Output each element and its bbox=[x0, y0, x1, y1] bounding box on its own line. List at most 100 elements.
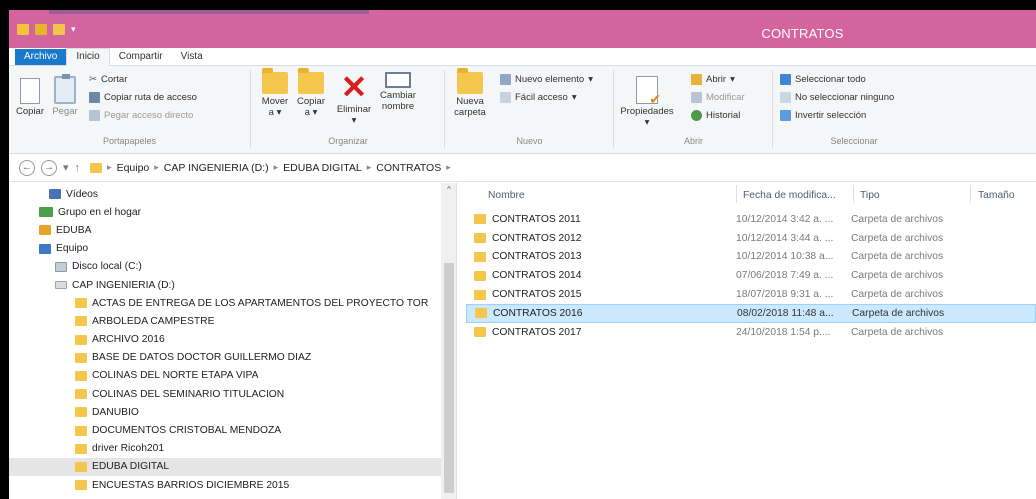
column-tamano[interactable]: Tamaño bbox=[978, 190, 1015, 201]
select-all-icon bbox=[780, 74, 791, 85]
file-type: Carpeta de archivos bbox=[851, 232, 944, 244]
nav-item[interactable]: driver Ricoh201 bbox=[9, 440, 441, 458]
nav-item[interactable]: BASE DE DATOS DOCTOR GUILLERMO DIAZ bbox=[9, 349, 441, 367]
column-divider[interactable] bbox=[970, 185, 971, 203]
list-item[interactable]: CONTRATOS 2013 10/12/2014 10:38 a... Carpe… bbox=[466, 248, 1036, 267]
edit-button[interactable]: Modificar bbox=[691, 92, 745, 103]
scroll-up-icon[interactable]: ^ bbox=[441, 185, 456, 194]
tab-archivo[interactable]: Archivo bbox=[15, 49, 67, 65]
chevron-right-icon[interactable]: ▸ bbox=[446, 162, 451, 173]
group-label: Nuevo bbox=[516, 136, 543, 146]
nav-item[interactable]: Equipo bbox=[9, 240, 441, 258]
title-bar: ▾ CONTRATOS bbox=[9, 10, 1036, 48]
breadcrumb[interactable]: ▸ Equipo ▸ CAP INGENIERIA (D:) ▸ EDUBA D… bbox=[90, 162, 451, 174]
explorer-window: ▾ CONTRATOS Archivo Inicio Compartir Vis… bbox=[9, 10, 1036, 499]
list-item[interactable]: CONTRATOS 2017 24/10/2018 1:54 p.... Carpe… bbox=[466, 323, 1036, 342]
file-name: CONTRATOS 2015 bbox=[492, 289, 582, 301]
copy-path-button[interactable]: Copiar ruta de acceso bbox=[89, 92, 197, 103]
tab-compartir[interactable]: Compartir bbox=[110, 49, 172, 65]
easy-access-label: Fácil acceso bbox=[515, 92, 568, 103]
properties-big-icon bbox=[636, 76, 661, 105]
copy-to-button[interactable]: Copiar a ▾ bbox=[294, 68, 328, 118]
panes: Vídeos Grupo en el hogar EDUBA Equipo Disco … bbox=[9, 183, 1036, 499]
up-icon[interactable]: ↑ bbox=[75, 162, 81, 174]
nav-item[interactable]: ARBOLEDA CAMPESTRE bbox=[9, 312, 441, 330]
rename-button[interactable]: Cambiar nombre bbox=[376, 72, 420, 112]
new-item-button[interactable]: Nuevo elemento ▾ bbox=[500, 74, 593, 85]
crumb-drive[interactable]: CAP INGENIERIA (D:) bbox=[164, 162, 269, 174]
list-item[interactable]: CONTRATOS 2015 18/07/2018 9:31 a. ... Carp… bbox=[466, 285, 1036, 304]
nav-item[interactable]: DANUBIO bbox=[9, 403, 441, 421]
paste-shortcut-button[interactable]: Pegar acceso directo bbox=[89, 110, 193, 121]
nav-item[interactable]: Disco local (C:) bbox=[9, 258, 441, 276]
copy-button[interactable]: Copiar bbox=[13, 72, 47, 117]
navigation-pane: Vídeos Grupo en el hogar EDUBA Equipo Disco … bbox=[9, 183, 457, 499]
chevron-right-icon[interactable]: ▸ bbox=[154, 162, 159, 173]
crumb-eduba-digital[interactable]: EDUBA DIGITAL bbox=[283, 162, 362, 174]
paste-button[interactable]: Pegar bbox=[49, 72, 81, 117]
chevron-right-icon[interactable]: ▸ bbox=[367, 162, 372, 173]
nav-item[interactable]: Vídeos bbox=[9, 185, 441, 203]
paste-shortcut-icon bbox=[89, 110, 100, 121]
invert-selection-button[interactable]: Invertir selección bbox=[780, 110, 866, 121]
new-folder-button[interactable]: Nueva carpeta bbox=[450, 68, 490, 118]
nav-item[interactable]: DOCUMENTOS CRISTOBAL MENDOZA bbox=[9, 421, 441, 439]
nav-item-label: Equipo bbox=[56, 243, 89, 255]
nav-item[interactable]: COLINAS DEL NORTE ETAPA VIPA bbox=[9, 367, 441, 385]
nav-item[interactable]: COLINAS DEL SEMINARIO TITULACION bbox=[9, 385, 441, 403]
forward-icon[interactable]: → bbox=[41, 159, 57, 176]
select-none-icon bbox=[780, 92, 791, 103]
list-item[interactable]: CONTRATOS 2014 07/06/2018 7:49 a. ... Carp… bbox=[466, 266, 1036, 285]
nav-item[interactable]: EDUBA DIGITAL bbox=[9, 457, 441, 476]
properties-button[interactable]: Propiedades▾ bbox=[619, 72, 675, 128]
recent-locations-icon[interactable]: ▾ bbox=[63, 161, 69, 174]
move-to-button[interactable]: Mover a ▾ bbox=[258, 68, 292, 118]
select-none-button[interactable]: No seleccionar ninguno bbox=[780, 92, 894, 103]
column-nombre[interactable]: Nombre bbox=[488, 190, 525, 201]
column-tipo[interactable]: Tipo bbox=[860, 190, 880, 201]
easy-access-button[interactable]: Fácil acceso ▾ bbox=[500, 92, 577, 103]
group-abrir: Propiedades▾ Abrir ▾ Modificar Historial… bbox=[615, 70, 773, 148]
nav-item[interactable]: Grupo en el hogar bbox=[9, 203, 441, 221]
nav-item[interactable]: ACTAS DE ENTREGA DE LOS APARTAMENTOS DEL… bbox=[9, 294, 441, 312]
list-item[interactable]: CONTRATOS 2011 10/12/2014 3:42 a. ... Carp… bbox=[466, 210, 1036, 229]
rename-label: Cambiar bbox=[380, 90, 416, 101]
select-all-label: Seleccionar todo bbox=[795, 74, 866, 85]
column-fecha[interactable]: Fecha de modifica... bbox=[743, 190, 836, 201]
cut-button[interactable]: ✂ Cortar bbox=[89, 74, 127, 85]
tab-vista[interactable]: Vista bbox=[172, 49, 212, 65]
history-label: Historial bbox=[706, 110, 741, 121]
folder-icon bbox=[474, 251, 486, 262]
back-icon[interactable]: ← bbox=[19, 159, 35, 176]
column-divider[interactable] bbox=[736, 185, 737, 203]
chevron-right-icon[interactable]: ▸ bbox=[274, 162, 279, 173]
nav-scrollbar[interactable]: ^ bbox=[441, 183, 456, 499]
list-item[interactable]: CONTRATOS 2012 10/12/2014 3:44 a. ... Carp… bbox=[466, 229, 1036, 248]
file-date: 24/10/2018 1:54 p.... bbox=[736, 326, 831, 338]
scroll-thumb[interactable] bbox=[444, 263, 454, 493]
drive-icon bbox=[55, 281, 67, 290]
file-type: Carpeta de archivos bbox=[851, 213, 944, 225]
move-label-2: a bbox=[268, 107, 274, 118]
list-item[interactable]: CONTRATOS 2016 08/02/2018 11:48 a... Carpe… bbox=[466, 304, 1036, 323]
tab-inicio[interactable]: Inicio bbox=[66, 48, 110, 66]
folder-icon bbox=[75, 407, 87, 418]
invert-selection-icon bbox=[780, 110, 791, 121]
open-button[interactable]: Abrir ▾ bbox=[691, 74, 735, 85]
history-icon bbox=[691, 110, 702, 121]
chevron-right-icon[interactable]: ▸ bbox=[107, 162, 112, 173]
crumb-equipo[interactable]: Equipo bbox=[117, 162, 150, 174]
crumb-contratos[interactable]: CONTRATOS bbox=[376, 162, 441, 174]
delete-button[interactable]: ✕ Eliminar ▾ bbox=[332, 71, 376, 126]
nav-item[interactable]: ENCUESTAS BARRIOS DICIEMBRE 2015 bbox=[9, 476, 441, 494]
history-button[interactable]: Historial bbox=[691, 110, 740, 121]
nav-item[interactable]: ARCHIVO 2016 bbox=[9, 331, 441, 349]
nav-item[interactable]: CAP INGENIERIA (D:) bbox=[9, 276, 441, 294]
file-name: CONTRATOS 2012 bbox=[492, 232, 582, 244]
column-divider[interactable] bbox=[853, 185, 854, 203]
select-all-button[interactable]: Seleccionar todo bbox=[780, 74, 866, 85]
nav-item[interactable]: EDUBA bbox=[9, 221, 441, 239]
address-bar: ← → ▾ ↑ ▸ Equipo ▸ CAP INGENIERIA (D:) ▸… bbox=[9, 154, 1036, 182]
copy-to-icon bbox=[298, 68, 324, 94]
ribbon-tabs: Archivo Inicio Compartir Vista bbox=[9, 48, 1036, 66]
